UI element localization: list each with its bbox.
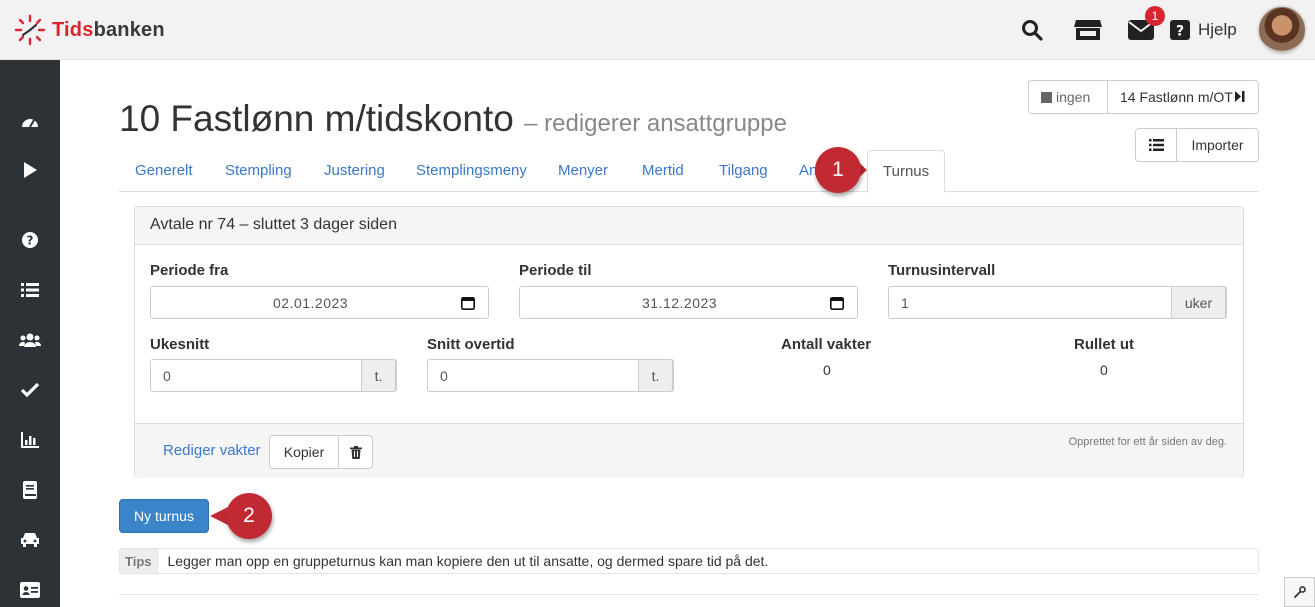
tab-stempling[interactable]: Stempling — [225, 150, 292, 192]
hours-unit-addon: t. — [638, 359, 673, 392]
svg-text:?: ? — [1176, 24, 1184, 40]
previous-group-button[interactable]: ingen — [1029, 81, 1107, 113]
svg-text:?: ? — [27, 234, 34, 248]
tab-generelt[interactable]: Generelt — [135, 150, 193, 192]
logo-text: Tidsbanken — [52, 18, 165, 41]
tips-label: Tips — [120, 549, 158, 573]
next-group-button[interactable]: 14 Fastlønn m/OT — [1107, 81, 1258, 113]
avatar[interactable] — [1257, 5, 1307, 55]
question-icon[interactable]: ? — [1168, 16, 1192, 44]
group-navigation: ingen 14 Fastlønn m/OT — [1028, 80, 1259, 114]
created-note: Opprettet for ett år siden av deg. — [1068, 436, 1227, 448]
group-name: 10 Fastlønn m/tidskonto — [119, 98, 514, 139]
snitt-overtid-input[interactable]: 0 t. — [427, 359, 674, 392]
periode-fra-label: Periode fra — [150, 262, 229, 279]
help-link[interactable]: Hjelp — [1198, 20, 1237, 40]
stop-square-icon — [1041, 91, 1052, 103]
calendar-icon[interactable] — [830, 296, 844, 313]
play-icon[interactable] — [18, 158, 42, 182]
tab-stemplingsmeny[interactable]: Stemplingsmeny — [416, 150, 527, 192]
help-circle-icon[interactable]: ? — [18, 228, 42, 252]
delete-button[interactable] — [338, 436, 372, 468]
logo[interactable]: Tidsbanken — [14, 14, 165, 46]
tab-justering[interactable]: Justering — [324, 150, 385, 192]
wrench-icon[interactable] — [1284, 577, 1315, 607]
top-bar: Tidsbanken 1 ? Hjelp — [0, 0, 1315, 60]
panel-heading: Avtale nr 74 – sluttet 3 dager siden — [135, 207, 1243, 245]
periode-til-label: Periode til — [519, 262, 592, 279]
ukesnitt-input[interactable]: 0 t. — [150, 359, 397, 392]
divider — [119, 594, 1259, 595]
trash-icon — [349, 445, 362, 459]
copy-button[interactable]: Kopier — [270, 436, 338, 468]
tab-bar: Generelt Stempling Justering Stemplingsm… — [119, 150, 1259, 193]
search-icon[interactable] — [1018, 16, 1046, 44]
hours-unit-addon: t. — [361, 359, 396, 392]
clock-logo-icon — [14, 14, 46, 46]
bar-chart-icon[interactable] — [18, 428, 42, 452]
dashboard-gauge-icon[interactable] — [18, 109, 42, 133]
list-icon[interactable] — [18, 278, 42, 302]
skip-next-icon — [1234, 89, 1245, 105]
callout-2: 2 — [210, 493, 276, 539]
ukesnitt-label: Ukesnitt — [150, 336, 210, 353]
notification-badge: 1 — [1145, 6, 1165, 26]
users-icon[interactable] — [18, 328, 42, 352]
tab-tilgang[interactable]: Tilgang — [719, 150, 768, 192]
tab-menyer[interactable]: Menyer — [558, 150, 608, 192]
tips-text: Legger man opp en gruppeturnus kan man k… — [167, 553, 769, 569]
car-icon[interactable] — [18, 528, 42, 552]
turnusintervall-label: Turnusintervall — [888, 262, 996, 279]
id-card-icon[interactable] — [18, 578, 42, 602]
edit-shifts-link[interactable]: Rediger vakter — [163, 442, 261, 459]
rullet-ut-label: Rullet ut — [1074, 336, 1134, 353]
antall-vakter-value: 0 — [823, 362, 831, 378]
periode-til-input[interactable]: 31.12.2023 — [519, 286, 858, 319]
panel-footer: Rediger vakter Kopier Opprettet for ett … — [135, 423, 1243, 478]
tips-box: Tips Legger man opp en gruppeturnus kan … — [119, 548, 1259, 574]
rullet-ut-value: 0 — [1100, 362, 1108, 378]
check-icon[interactable] — [18, 378, 42, 402]
copy-delete-group: Kopier — [269, 435, 373, 469]
rota-panel: Avtale nr 74 – sluttet 3 dager siden Per… — [134, 206, 1244, 478]
page-title: 10 Fastlønn m/tidskonto – redigerer ansa… — [119, 98, 787, 140]
antall-vakter-label: Antall vakter — [781, 336, 872, 353]
page-subtitle: – redigerer ansattgruppe — [524, 110, 787, 137]
book-icon[interactable] — [18, 478, 42, 502]
calendar-icon[interactable] — [461, 296, 475, 313]
sidebar: ? — [0, 60, 60, 607]
periode-fra-input[interactable]: 02.01.2023 — [150, 286, 489, 319]
snitt-overtid-label: Snitt overtid — [427, 336, 515, 353]
callout-1: 1 — [815, 147, 867, 193]
store-icon[interactable] — [1073, 16, 1103, 44]
tab-mertid[interactable]: Mertid — [642, 150, 684, 192]
weeks-unit-addon: uker — [1171, 286, 1226, 319]
new-rota-button[interactable]: Ny turnus — [119, 499, 209, 533]
turnusintervall-input[interactable]: 1 uker — [888, 286, 1227, 319]
